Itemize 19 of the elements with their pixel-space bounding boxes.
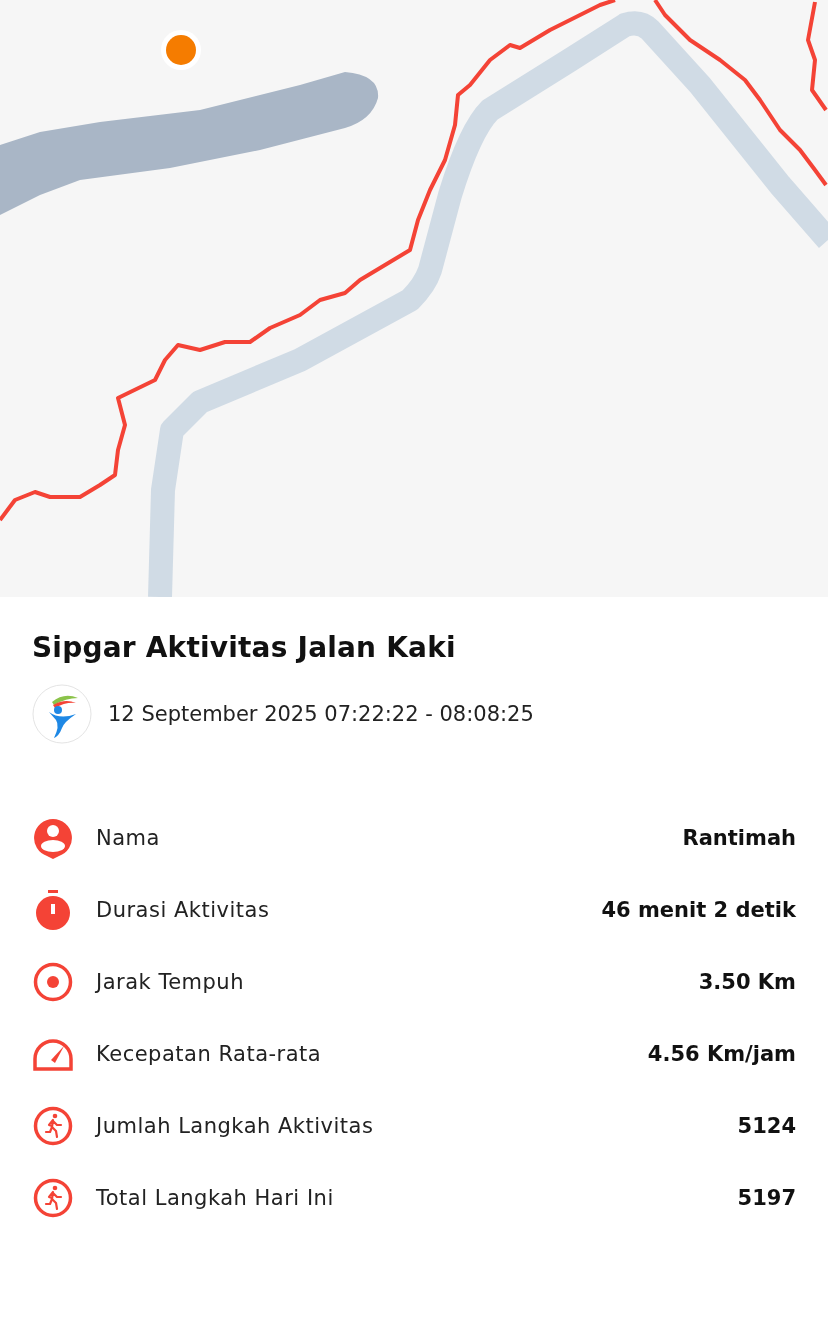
activity-title: Sipgar Aktivitas Jalan Kaki [32, 631, 457, 664]
app-logo-icon [32, 684, 92, 744]
stat-label: Total Langkah Hari Ini [96, 1186, 335, 1210]
stat-value: 46 menit 2 detik [601, 898, 796, 922]
stat-value: 3.50 Km [698, 970, 796, 994]
target-icon [32, 961, 74, 1003]
stat-label: Jarak Tempuh [96, 970, 245, 994]
activity-datetime: 12 September 2025 07:22:22 - 08:08:25 [108, 702, 534, 726]
stat-value: Rantimah [682, 826, 796, 850]
stat-value: 5197 [737, 1186, 796, 1210]
walking-icon [32, 1105, 74, 1147]
person-icon [32, 817, 74, 859]
stat-label: Durasi Aktivitas [96, 898, 271, 922]
stat-label: Jumlah Langkah Aktivitas [96, 1114, 375, 1138]
stat-label: Nama [96, 826, 161, 850]
stat-value: 5124 [737, 1114, 796, 1138]
walking-icon [32, 1177, 74, 1219]
stat-label: Kecepatan Rata-rata [96, 1042, 323, 1066]
stat-value: 4.56 Km/jam [647, 1042, 796, 1066]
